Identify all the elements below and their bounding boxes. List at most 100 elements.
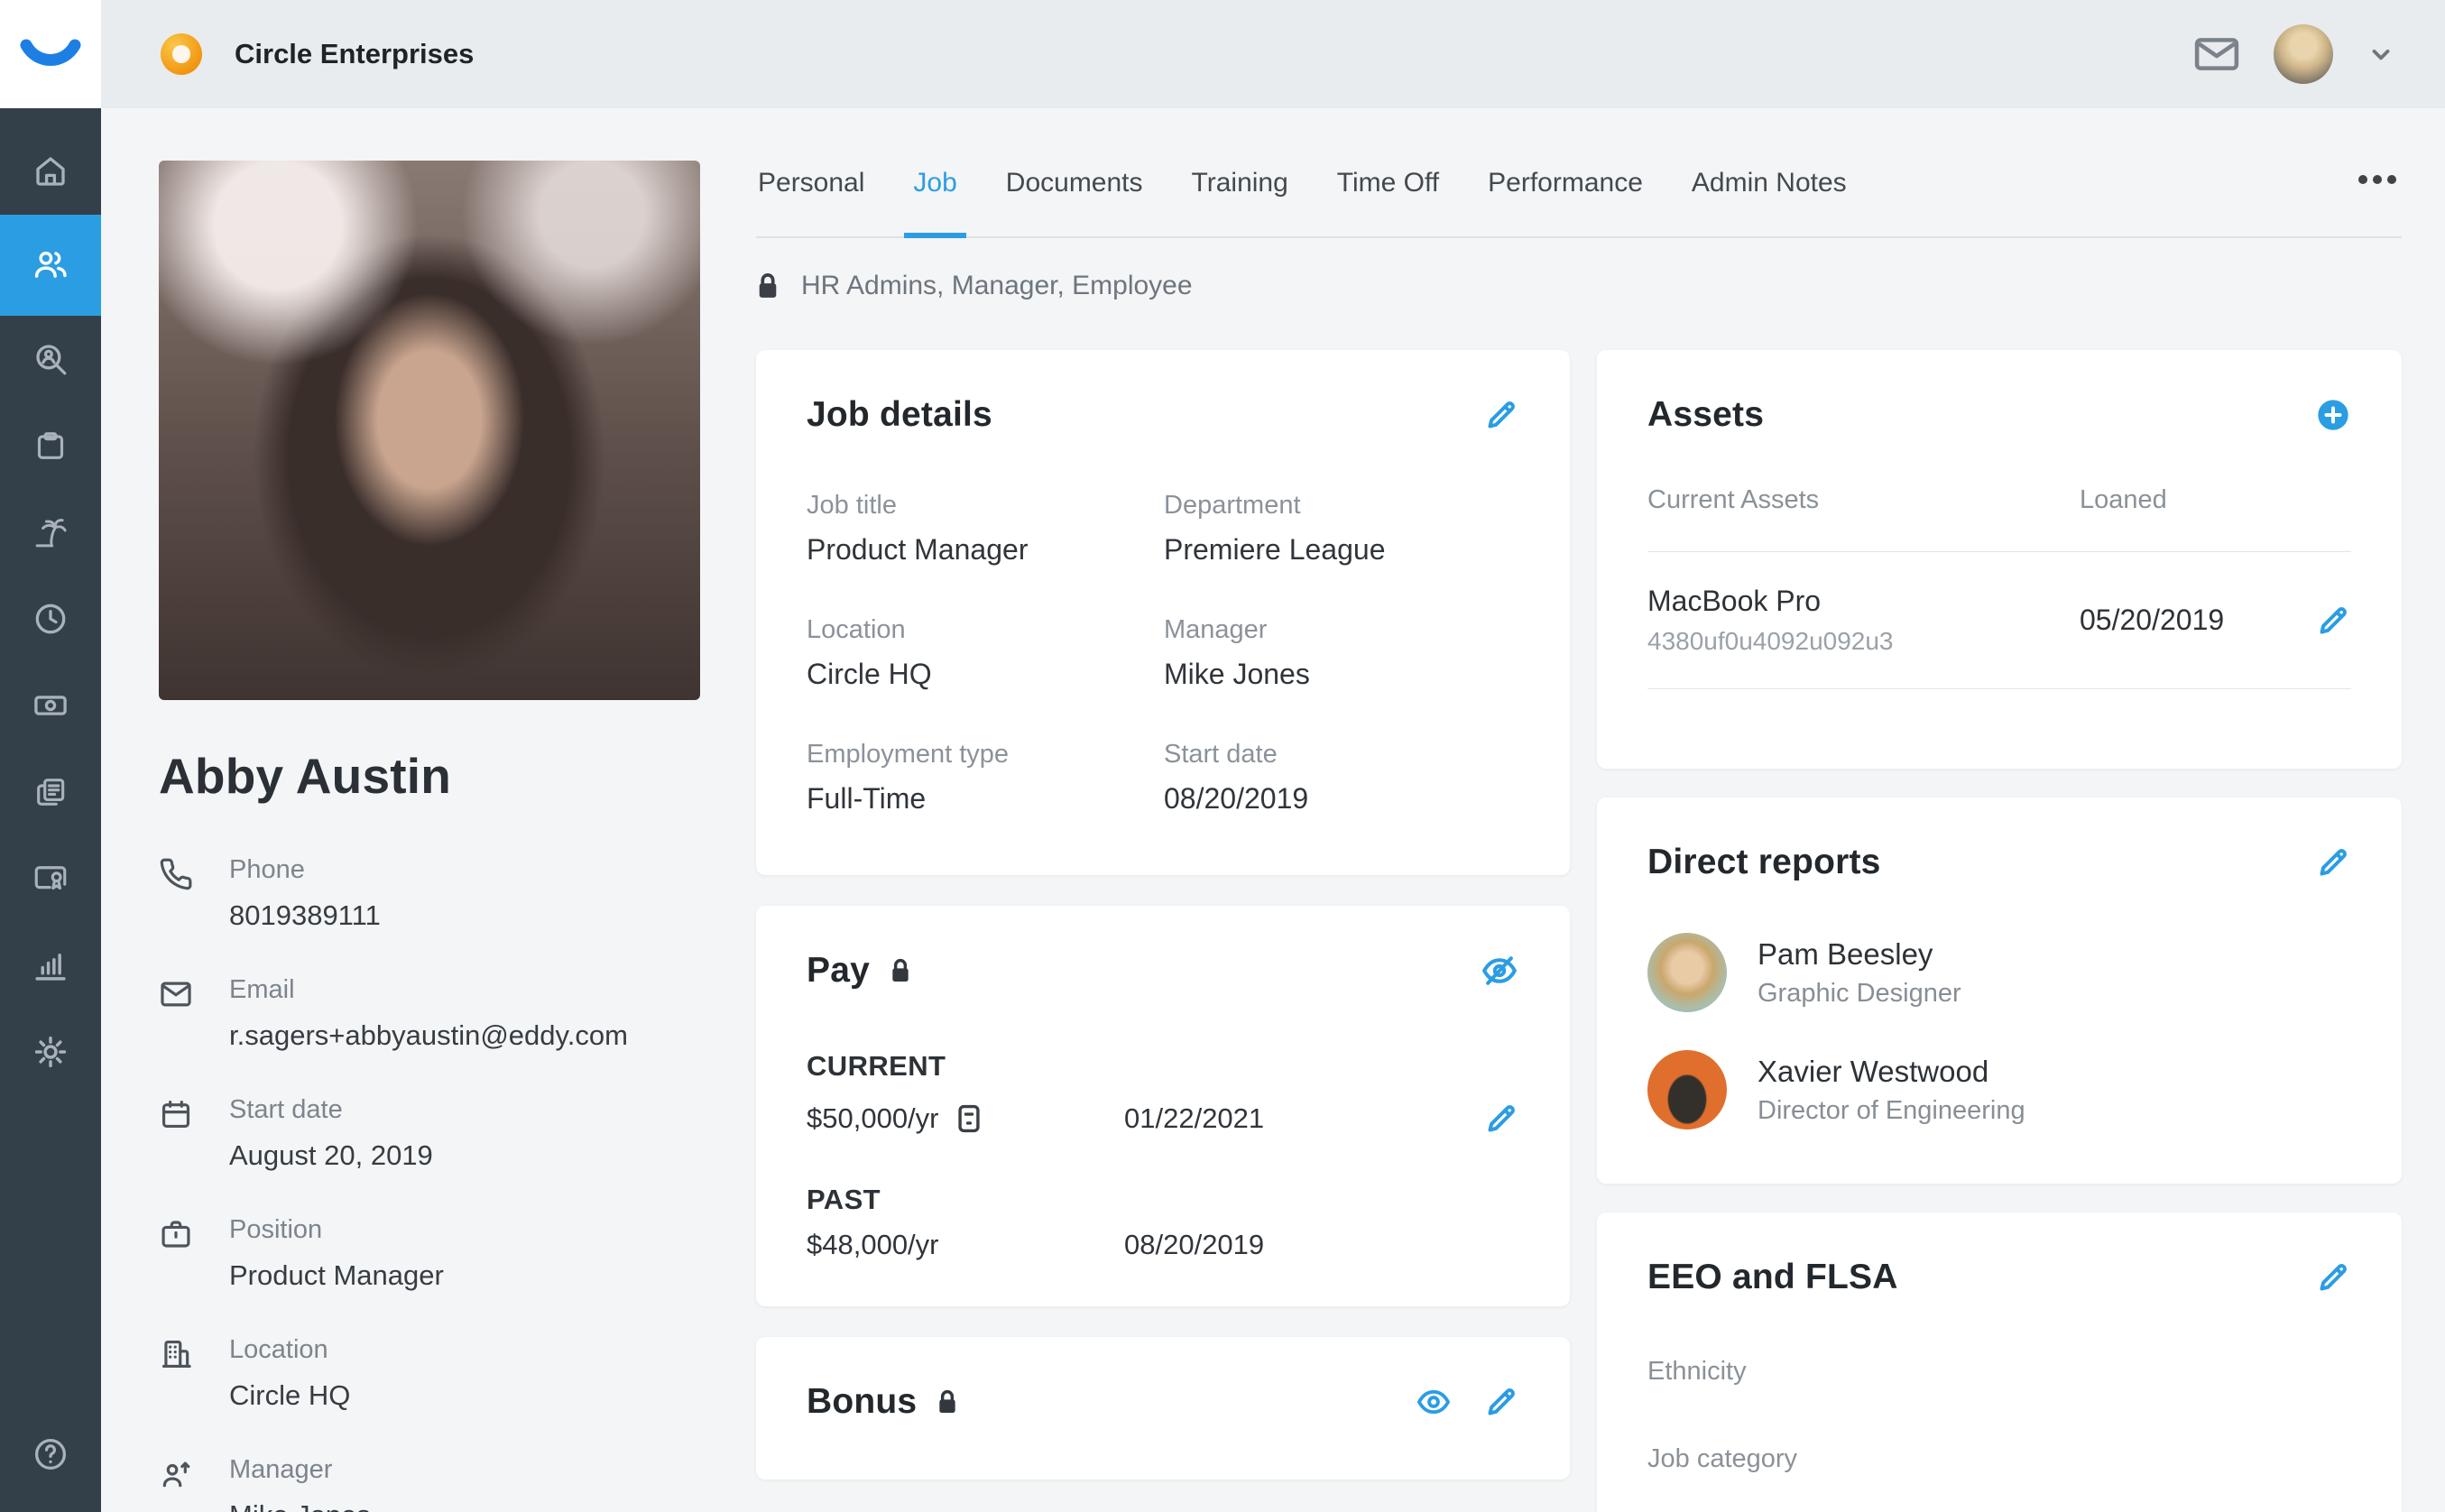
pay-current-date: 01/22/2021 — [1124, 1102, 1264, 1135]
profile-field-email: Email r.sagers+abbyaustin@eddy.com — [159, 975, 700, 1052]
sidebar-item-documents[interactable] — [0, 749, 101, 835]
edit-pencil-icon[interactable] — [1483, 397, 1519, 433]
assets-column-headers: Current Assets Loaned — [1647, 485, 2351, 515]
phone-icon — [159, 855, 197, 932]
eddy-logo[interactable] — [0, 0, 101, 108]
palm-tree-icon — [32, 513, 69, 551]
assets-col-current: Current Assets — [1647, 485, 2080, 515]
edit-pencil-icon[interactable] — [1483, 1101, 1519, 1137]
eddy-smile-icon — [19, 36, 82, 72]
job-details-card: Job details Job title Product Manager De… — [756, 350, 1570, 875]
bar-chart-icon — [32, 946, 69, 984]
top-bar-main: Circle Enterprises — [101, 0, 2445, 108]
field-value: Circle HQ — [229, 1379, 350, 1412]
mail-icon — [159, 975, 197, 1052]
briefcase-icon — [159, 1215, 197, 1292]
report-name: Xavier Westwood — [1758, 1055, 2025, 1089]
company-name: Circle Enterprises — [235, 38, 474, 70]
help-icon — [31, 1434, 70, 1474]
sidebar-item-time-clock[interactable] — [0, 576, 101, 662]
sidebar-item-payroll[interactable] — [0, 662, 101, 749]
pay-current-row: $50,000/yr 01/22/2021 — [807, 1101, 1519, 1137]
bonus-card: Bonus — [756, 1337, 1570, 1480]
mail-icon[interactable] — [2194, 36, 2239, 72]
eeo-flsa-card: EEO and FLSA Ethnicity Job category FLSA… — [1597, 1212, 2402, 1512]
report-role: Director of Engineering — [1758, 1096, 2025, 1126]
top-bar: Circle Enterprises — [0, 0, 2445, 108]
tab-training[interactable]: Training — [1190, 161, 1290, 236]
assets-card: Assets Current Assets Loaned MacBook Pro — [1597, 350, 2402, 769]
direct-reports-list: Pam Beesley Graphic Designer Xavier West… — [1647, 933, 2351, 1139]
certificate-icon — [32, 860, 69, 898]
direct-report-row[interactable]: Xavier Westwood Director of Engineering — [1647, 1050, 2351, 1129]
user-avatar[interactable] — [2274, 24, 2333, 84]
pay-past-amount: $48,000/yr — [807, 1229, 939, 1261]
tab-documents[interactable]: Documents — [1004, 161, 1145, 236]
asset-loaned-date: 05/20/2019 — [2080, 604, 2224, 637]
card-title: Assets — [1647, 395, 1764, 435]
lock-icon — [890, 958, 911, 983]
sidebar-item-people[interactable] — [0, 215, 101, 316]
pay-past-date: 08/20/2019 — [1124, 1229, 1264, 1261]
home-icon — [32, 152, 69, 190]
add-asset-icon[interactable] — [2315, 397, 2351, 433]
page-content: Abby Austin Phone 8019389111 Email r — [101, 108, 2445, 1512]
pay-current-label: CURRENT — [807, 1050, 1519, 1083]
eye-slash-icon[interactable] — [1480, 951, 1519, 991]
field-value: Mike Jones — [229, 1499, 371, 1512]
job-field-employment-type: Employment type Full-Time — [807, 740, 1164, 816]
eeo-ethnicity-label: Ethnicity — [1647, 1357, 2351, 1387]
company-brand[interactable]: Circle Enterprises — [161, 33, 474, 75]
sidebar-item-help[interactable] — [0, 1411, 101, 1498]
tab-time-off[interactable]: Time Off — [1335, 161, 1441, 236]
profile-field-location: Location Circle HQ — [159, 1335, 700, 1412]
field-value: August 20, 2019 — [229, 1139, 433, 1172]
avatar — [1647, 933, 1727, 1012]
edit-pencil-icon[interactable] — [2315, 844, 2351, 880]
sidebar-item-clipboard[interactable] — [0, 402, 101, 489]
field-value: r.sagers+abbyaustin@eddy.com — [229, 1019, 628, 1052]
direct-report-row[interactable]: Pam Beesley Graphic Designer — [1647, 933, 2351, 1012]
person-up-icon — [159, 1455, 197, 1512]
sidebar-item-training[interactable] — [0, 835, 101, 922]
lock-icon — [756, 272, 780, 300]
job-field-location: Location Circle HQ — [807, 615, 1164, 691]
card-title: EEO and FLSA — [1647, 1258, 1898, 1297]
eye-icon[interactable] — [1415, 1383, 1453, 1421]
job-field-title: Job title Product Manager — [807, 491, 1164, 567]
field-label: Position — [229, 1215, 444, 1245]
tab-personal[interactable]: Personal — [756, 161, 866, 236]
sidebar-item-home[interactable] — [0, 128, 101, 215]
field-label: Phone — [229, 855, 381, 885]
card-title: Pay — [807, 951, 870, 991]
assets-col-loaned: Loaned — [2080, 485, 2167, 515]
eeo-job-category-label: Job category — [1647, 1444, 2351, 1474]
pay-note-icon[interactable] — [955, 1103, 983, 1134]
app-window: Circle Enterprises — [0, 0, 2445, 1512]
chevron-down-icon[interactable] — [2367, 41, 2394, 68]
tab-performance[interactable]: Performance — [1486, 161, 1645, 236]
tab-job[interactable]: Job — [911, 161, 958, 236]
tab-admin-notes[interactable]: Admin Notes — [1690, 161, 1849, 236]
more-tabs-icon[interactable] — [2353, 161, 2402, 198]
edit-pencil-icon[interactable] — [1483, 1384, 1519, 1420]
profile-field-start-date: Start date August 20, 2019 — [159, 1095, 700, 1172]
profile-tabs: Personal Job Documents Training Time Off… — [756, 161, 2402, 238]
employee-name: Abby Austin — [159, 747, 700, 805]
field-label: Email — [229, 975, 628, 1005]
report-name: Pam Beesley — [1758, 937, 1961, 972]
job-field-start-date: Start date 08/20/2019 — [1164, 740, 1519, 816]
edit-pencil-icon[interactable] — [2315, 603, 2351, 639]
gear-icon — [32, 1033, 69, 1071]
field-label: Location — [229, 1335, 350, 1365]
sidebar-item-reports[interactable] — [0, 922, 101, 1009]
profile-field-position: Position Product Manager — [159, 1215, 700, 1292]
job-field-department: Department Premiere League — [1164, 491, 1519, 567]
clipboard-icon — [32, 428, 69, 464]
edit-pencil-icon[interactable] — [2315, 1259, 2351, 1295]
sidebar-item-people-search[interactable] — [0, 316, 101, 402]
sidebar-item-time-off[interactable] — [0, 489, 101, 576]
sidebar-item-settings[interactable] — [0, 1009, 101, 1095]
lock-icon — [936, 1389, 958, 1415]
report-role: Graphic Designer — [1758, 979, 1961, 1009]
